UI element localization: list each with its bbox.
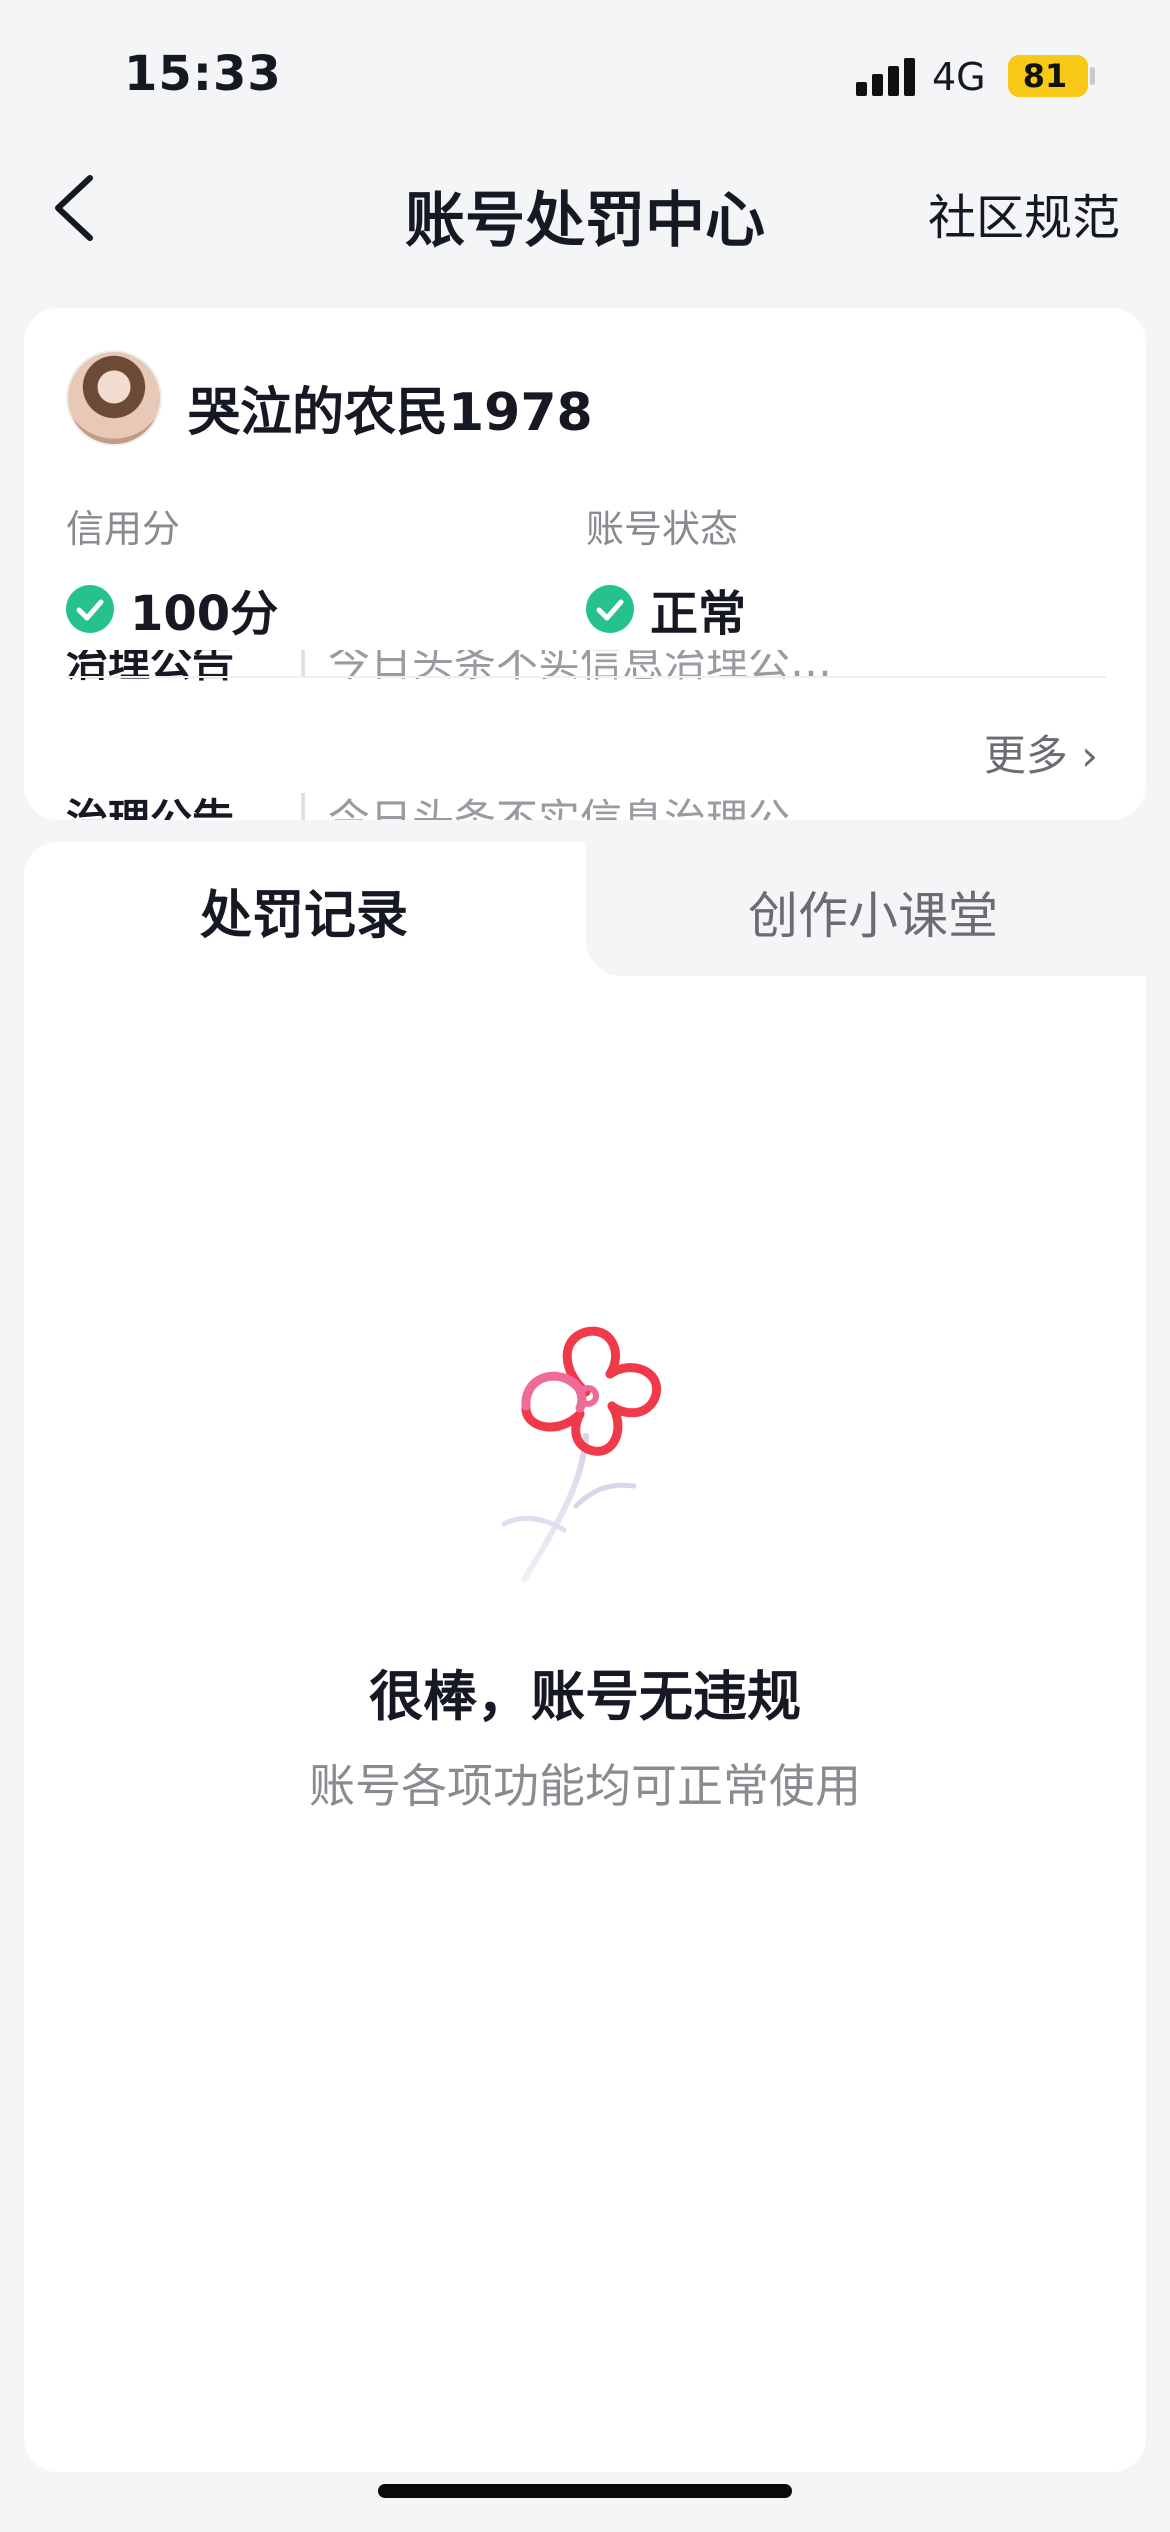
check-circle-icon xyxy=(66,585,114,633)
more-label: 更多 xyxy=(983,731,1068,780)
check-circle-icon xyxy=(586,585,634,633)
notice-text: 今日头条不实信息治理公 xyxy=(328,795,791,820)
notice-separator: | xyxy=(296,650,311,677)
avatar[interactable] xyxy=(66,350,162,446)
empty-state-subtitle: 账号各项功能均可正常使用 xyxy=(309,1759,861,1813)
home-indicator[interactable] xyxy=(378,2484,792,2498)
account-status-value: 正常 xyxy=(650,586,747,642)
network-type: 4G xyxy=(932,55,986,99)
flower-icon xyxy=(501,1326,661,1583)
signal-icon xyxy=(856,56,916,96)
notice-item[interactable]: 治理公告 | 今日头条不实信息治理公 xyxy=(66,774,1106,820)
battery-level: 81 xyxy=(1022,57,1068,95)
account-status: 正常 xyxy=(586,574,746,644)
credit-score-label: 信用分 xyxy=(66,507,181,551)
status-bar: 15:33 4G 81 xyxy=(0,0,1170,150)
tab-creator-class[interactable]: 创作小课堂 xyxy=(600,842,1146,976)
chevron-right-icon: › xyxy=(1081,731,1098,780)
account-status-label: 账号状态 xyxy=(586,507,739,551)
profile-card: 哭泣的农民1978 信用分 100分 账号状态 正常 治理公告 | 今日头条不实… xyxy=(24,308,1146,820)
tab-penalty-records[interactable]: 处罚记录 xyxy=(24,842,584,982)
page: 15:33 4G 81 账号处罚中心 社区规范 哭泣的农民1978 信用分 10… xyxy=(0,0,1170,2532)
community-rules-link[interactable]: 社区规范 xyxy=(928,178,1120,248)
battery-icon: 81 xyxy=(1008,55,1088,97)
notice-title: 治理公告 xyxy=(66,795,235,820)
battery-cap xyxy=(1090,67,1095,85)
credit-score: 100分 xyxy=(66,574,278,644)
notice-separator: | xyxy=(296,786,311,820)
username: 哭泣的农民1978 xyxy=(188,383,593,443)
status-time: 15:33 xyxy=(124,46,282,102)
empty-state-title: 很棒，账号无违规 xyxy=(369,1665,801,1728)
credit-score-value: 100分 xyxy=(130,586,279,642)
divider xyxy=(66,676,1106,678)
